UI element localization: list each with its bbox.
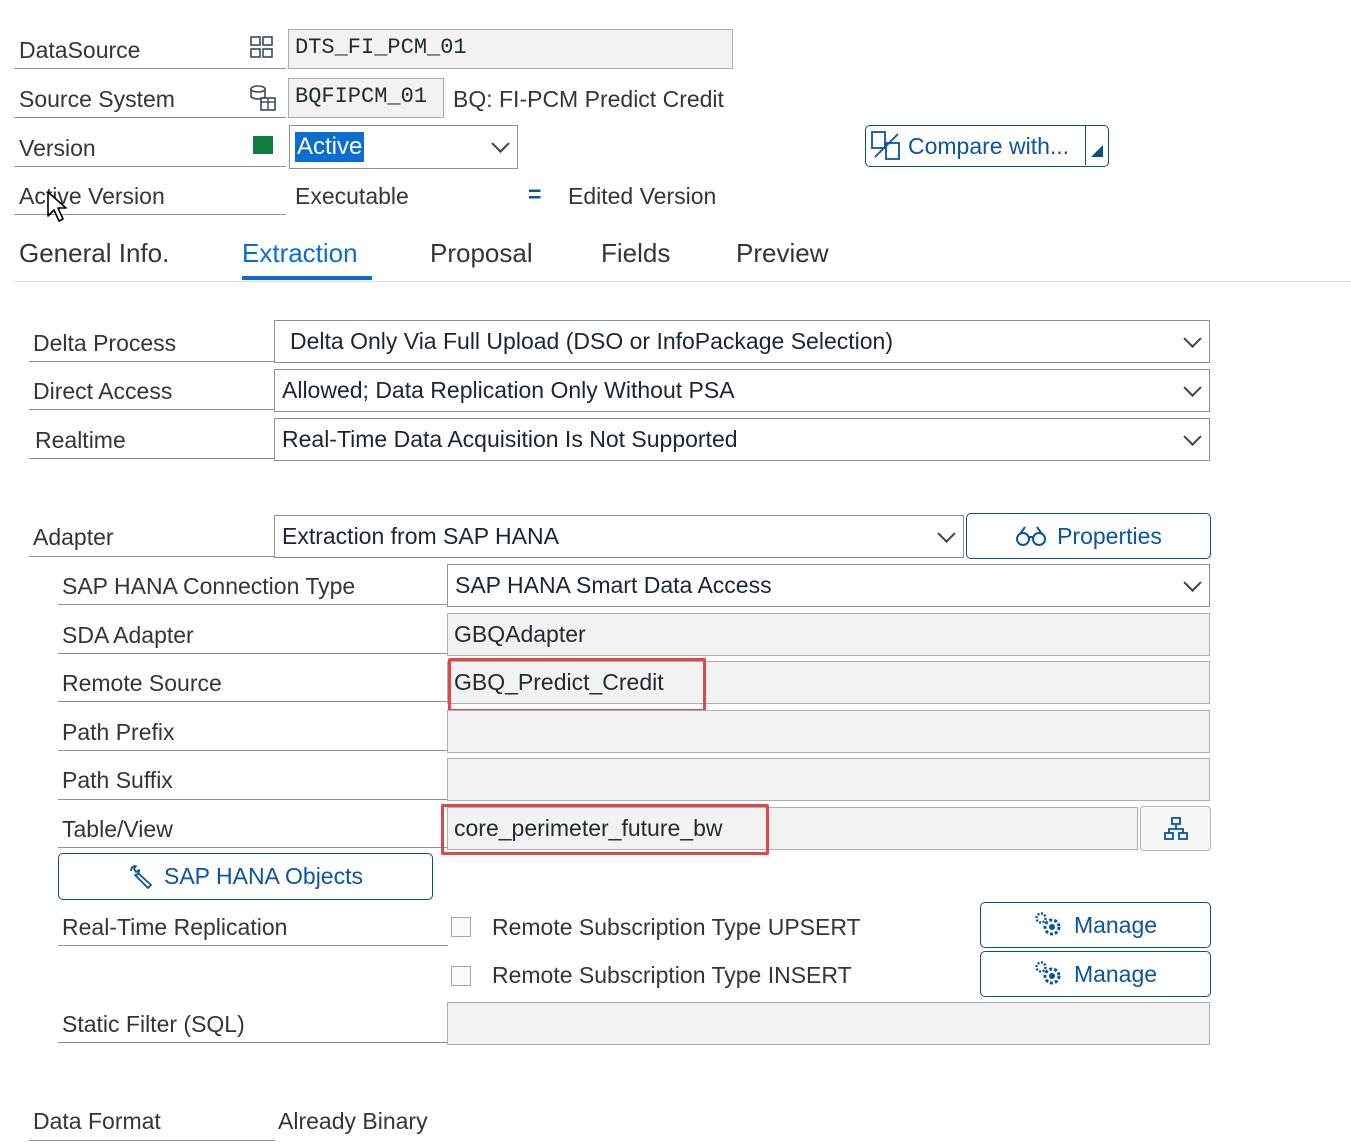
manage-insert-label: Manage [1073,960,1158,987]
chevron-down-icon [937,524,956,543]
datasource-label: DataSource [19,37,141,63]
source-system-underline [14,117,286,118]
datasource-field[interactable]: DTS_FI_PCM_01 [288,29,733,69]
adapter-underline [29,556,275,557]
active-version-label: Active Version [19,183,165,209]
executable-text: Executable [295,183,409,209]
chevron-down-icon [1183,573,1202,592]
path-suffix-field[interactable] [447,758,1210,801]
value-help-button[interactable] [1140,806,1211,851]
datasource-underline [14,68,286,69]
path-prefix-label: Path Prefix [62,719,175,745]
compare-icon [871,131,900,160]
version-selected-value: Active [295,132,365,162]
gears-icon [1035,912,1061,936]
path-prefix-field[interactable] [447,710,1210,753]
hana-connection-type-underline [58,604,448,605]
sda-adapter-label: SDA Adapter [62,622,194,648]
static-filter-field[interactable] [447,1002,1210,1045]
manage-upsert-label: Manage [1073,911,1158,938]
properties-label: Properties [1057,522,1162,549]
mouse-cursor-icon [47,191,67,222]
table-view-underline [58,847,448,848]
delta-process-select[interactable]: Delta Only Via Full Upload (DSO or InfoP… [274,320,1210,363]
adapter-label: Adapter [33,524,114,550]
remote-source-label: Remote Source [62,670,222,696]
hana-connection-type-value: SAP HANA Smart Data Access [455,572,772,598]
tab-preview[interactable]: Preview [736,237,828,269]
hana-connection-type-select[interactable]: SAP HANA Smart Data Access [447,564,1210,607]
chevron-down-icon [491,134,510,153]
datasource-icon [250,36,273,58]
adapter-select[interactable]: Extraction from SAP HANA [274,515,964,558]
insert-checkbox[interactable] [451,966,471,986]
static-filter-underline [58,1042,448,1043]
adapter-value: Extraction from SAP HANA [282,523,559,549]
compare-with-label: Compare with... [908,132,1070,159]
tab-extraction[interactable]: Extraction [242,237,358,269]
delta-process-underline [29,361,275,362]
static-filter-label: Static Filter (SQL) [62,1011,245,1037]
realtime-label: Realtime [35,427,126,453]
compare-with-button[interactable]: Compare with... [865,125,1109,167]
tab-fields[interactable]: Fields [601,237,670,269]
chevron-down-icon [1183,427,1202,446]
remote-source-highlight-box [448,658,706,712]
real-time-replication-label: Real-Time Replication [62,914,288,940]
realtime-select[interactable]: Real-Time Data Acquisition Is Not Suppor… [274,418,1210,461]
tabs-divider [14,281,1351,282]
source-system-icon [250,85,276,111]
manage-upsert-button[interactable]: Manage [980,902,1211,948]
delta-process-label: Delta Process [33,330,177,356]
table-view-highlight-box [441,804,769,855]
table-view-label: Table/View [62,816,173,842]
properties-button[interactable]: Properties [966,513,1211,559]
remote-source-underline [58,701,448,702]
version-select[interactable]: Active [289,125,518,169]
data-format-label: Data Format [33,1108,161,1134]
real-time-replication-underline [58,945,448,946]
tab-proposal[interactable]: Proposal [430,237,533,269]
source-system-field[interactable]: BQFIPCM_01 [288,78,444,118]
source-system-description: BQ: FI-PCM Predict Credit [453,86,724,112]
sda-adapter-underline [58,653,448,654]
delta-process-value: Delta Only Via Full Upload (DSO or InfoP… [290,328,893,354]
path-suffix-label: Path Suffix [62,767,173,793]
direct-access-select[interactable]: Allowed; Data Replication Only Without P… [274,369,1210,412]
sap-hana-objects-button[interactable]: SAP HANA Objects [58,853,433,900]
insert-label: Remote Subscription Type INSERT [492,962,852,988]
realtime-value: Real-Time Data Acquisition Is Not Suppor… [282,426,738,452]
path-suffix-underline [58,799,448,800]
tab-extraction-indicator [242,276,372,280]
upsert-label: Remote Subscription Type UPSERT [492,914,861,940]
data-format-underline [29,1140,275,1141]
chevron-down-icon [1183,378,1202,397]
direct-access-label: Direct Access [33,378,173,404]
gears-icon [1035,961,1061,985]
binoculars-icon [1016,526,1047,546]
sda-adapter-field[interactable]: GBQAdapter [447,613,1210,656]
direct-access-underline [29,409,275,410]
hierarchy-icon [1164,817,1188,840]
tab-general-info[interactable]: General Info. [19,237,169,269]
wrench-icon [130,864,152,889]
chevron-down-icon [1183,329,1202,348]
source-system-label: Source System [19,86,175,112]
equals-sign: = [528,181,542,207]
active-status-icon [253,136,273,154]
version-underline [14,166,286,167]
realtime-underline [29,458,275,459]
manage-insert-button[interactable]: Manage [980,951,1211,997]
version-label: Version [19,135,96,161]
caret-icon [1091,145,1103,157]
sap-hana-objects-label: SAP HANA Objects [164,863,363,889]
hana-connection-type-label: SAP HANA Connection Type [62,573,356,599]
direct-access-value: Allowed; Data Replication Only Without P… [282,377,735,403]
path-prefix-underline [58,750,448,751]
upsert-checkbox[interactable] [451,917,471,937]
compare-dropdown-toggle[interactable] [1085,126,1108,165]
data-format-value: Already Binary [278,1108,428,1134]
edited-version-text: Edited Version [568,183,717,209]
